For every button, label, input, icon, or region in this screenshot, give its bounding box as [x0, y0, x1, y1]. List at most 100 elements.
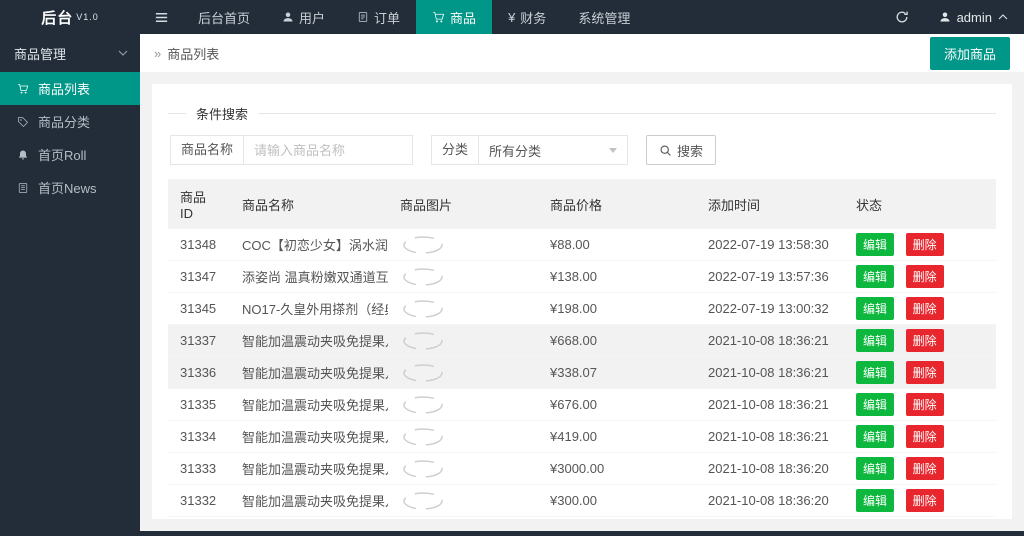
sidebar-item-label: 商品列表 — [38, 82, 91, 97]
sidebar-item-goods-list[interactable]: 商品列表 — [0, 72, 140, 105]
cart-icon — [432, 11, 445, 24]
cell-product-id: 31336 — [168, 356, 230, 389]
cell-product-price: ¥3000.00 — [538, 452, 696, 485]
cell-product-image — [388, 292, 538, 325]
edit-button[interactable]: 编辑 — [856, 425, 895, 448]
edit-button[interactable]: 编辑 — [856, 297, 895, 320]
header-product-id: 商品ID — [168, 179, 230, 229]
cell-product-name: 智能加温震动夹吸免提果儿飞机杯 — [230, 356, 388, 389]
header-product-name: 商品名称 — [230, 179, 388, 229]
cell-product-price: ¥198.00 — [538, 292, 696, 325]
table-row: 31331 智能加温震动夹吸免提果儿飞机杯 ¥2000.00 2021-10-0… — [168, 516, 996, 519]
cell-added-time: 2021-10-08 18:36:21 — [696, 388, 844, 421]
header-product-price: 商品价格 — [538, 179, 696, 229]
news-icon — [16, 182, 30, 194]
content-area: 条件搜索 商品名称 分类 所有分类 搜索 — [140, 72, 1024, 531]
cell-product-image — [388, 260, 538, 293]
edit-button[interactable]: 编辑 — [856, 329, 895, 352]
edit-button[interactable]: 编辑 — [856, 489, 895, 512]
nav-item-label: 订单 — [374, 10, 401, 26]
add-product-button[interactable]: 添加商品 — [929, 36, 1010, 70]
cell-product-price: ¥300.00 — [538, 484, 696, 517]
nav-item-home[interactable]: 后台首页 — [182, 0, 266, 34]
delete-button[interactable]: 删除 — [905, 329, 944, 352]
nav-item-orders[interactable]: 订单 — [341, 0, 416, 34]
cell-product-name: 智能加温震动夹吸免提果儿飞机杯 — [230, 388, 388, 421]
sidebar-section-goods-management[interactable]: 商品管理 — [0, 34, 140, 72]
nav-item-users[interactable]: 用户 — [266, 0, 341, 34]
delete-button[interactable]: 删除 — [905, 361, 944, 384]
table-body: 31348 COC【初恋少女】涡水润香锁精... ¥88.00 2022-07-… — [168, 229, 996, 519]
delete-button[interactable]: 删除 — [905, 393, 944, 416]
delete-button[interactable]: 删除 — [905, 425, 944, 448]
search-icon — [659, 144, 672, 157]
table-row: 31337 智能加温震动夹吸免提果儿飞机杯 ¥668.00 2021-10-08… — [168, 324, 996, 357]
cell-actions: 编辑 删除 — [844, 420, 996, 453]
edit-button[interactable]: 编辑 — [856, 233, 895, 256]
breadcrumb-bar: » 商品列表 添加商品 — [140, 34, 1024, 72]
table-row: 31347 添姿尚 温真粉嫩双通道互动发音... ¥138.00 2022-07… — [168, 260, 996, 293]
cell-product-price: ¥2000.00 — [538, 516, 696, 519]
header-status: 状态 — [844, 179, 996, 229]
table-row: 31333 智能加温震动夹吸免提果儿飞机杯 ¥3000.00 2021-10-0… — [168, 452, 996, 485]
cell-product-image — [388, 388, 538, 421]
breadcrumb: 商品列表 — [167, 46, 220, 62]
delete-button[interactable]: 删除 — [905, 297, 944, 320]
edit-button[interactable]: 编辑 — [856, 265, 895, 288]
cell-product-image — [388, 484, 538, 517]
breadcrumb-marker-icon: » — [154, 45, 162, 61]
delete-button[interactable]: 删除 — [905, 265, 944, 288]
cell-product-name: 智能加温震动夹吸免提果儿飞机杯 — [230, 516, 388, 519]
cart-icon — [16, 83, 30, 95]
table-row: 31335 智能加温震动夹吸免提果儿飞机杯 ¥676.00 2021-10-08… — [168, 388, 996, 421]
table-row: 31336 智能加温震动夹吸免提果儿飞机杯 ¥338.07 2021-10-08… — [168, 356, 996, 389]
cell-product-id: 31335 — [168, 388, 230, 421]
delete-button[interactable]: 删除 — [905, 233, 944, 256]
cell-product-price: ¥419.00 — [538, 420, 696, 453]
search-button[interactable]: 搜索 — [646, 135, 717, 165]
cell-actions: 编辑 删除 — [844, 324, 996, 357]
nav-item-goods[interactable]: 商品 — [416, 0, 493, 34]
edit-button[interactable]: 编辑 — [856, 393, 895, 416]
delete-button[interactable]: 删除 — [905, 457, 944, 480]
category-select[interactable]: 所有分类 — [478, 135, 629, 165]
nav-item-label: 系统管理 — [578, 10, 631, 26]
category-label: 分类 — [431, 135, 480, 165]
table-row: 31332 智能加温震动夹吸免提果儿飞机杯 ¥300.00 2021-10-08… — [168, 484, 996, 517]
sidebar-item-home-roll[interactable]: 首页Roll — [0, 138, 140, 171]
edit-button[interactable]: 编辑 — [856, 457, 895, 480]
sidebar-item-goods-category[interactable]: 商品分类 — [0, 105, 140, 138]
nav-item-label: 财务 — [520, 10, 547, 26]
order-icon — [357, 11, 369, 23]
cell-product-name: 添姿尚 温真粉嫩双通道互动发音... — [230, 260, 388, 293]
cell-product-price: ¥138.00 — [538, 260, 696, 293]
nav-item-system[interactable]: 系统管理 — [562, 0, 646, 34]
admin-menu[interactable]: admin — [923, 0, 1024, 34]
cell-actions: 编辑 删除 — [844, 388, 996, 421]
delete-button[interactable]: 删除 — [905, 489, 944, 512]
logo-version: V1.0 — [76, 12, 99, 22]
cell-product-image — [388, 452, 538, 485]
nav-item-label: 用户 — [299, 10, 326, 26]
refresh-icon[interactable] — [881, 0, 923, 34]
sidebar-item-label: 首页Roll — [38, 148, 87, 163]
cell-added-time: 2021-10-08 18:36:20 — [696, 452, 844, 485]
cell-product-image — [388, 229, 538, 261]
hamburger-menu-icon[interactable] — [140, 0, 182, 34]
cell-product-id: 31337 — [168, 324, 230, 357]
topbar: 后台 V1.0 后台首页 用户 订单 商品 ¥ 财务 系统管理 admin — [0, 0, 1024, 34]
logo-text: 后台 — [41, 9, 74, 27]
cell-added-time: 2022-07-19 13:58:30 — [696, 229, 844, 261]
user-icon — [282, 11, 294, 23]
product-name-label: 商品名称 — [170, 135, 245, 165]
nav-item-finance[interactable]: ¥ 财务 — [492, 0, 562, 34]
admin-user-icon — [939, 11, 951, 23]
table-row: 31348 COC【初恋少女】涡水润香锁精... ¥88.00 2022-07-… — [168, 229, 996, 261]
edit-button[interactable]: 编辑 — [856, 361, 895, 384]
product-name-input[interactable] — [243, 135, 414, 165]
sidebar-item-home-news[interactable]: 首页News — [0, 171, 140, 204]
cell-product-id: 31333 — [168, 452, 230, 485]
cell-added-time: 2022-07-19 13:00:32 — [696, 292, 844, 325]
table-row: 31334 智能加温震动夹吸免提果儿飞机杯 ¥419.00 2021-10-08… — [168, 420, 996, 453]
cell-actions: 编辑 删除 — [844, 516, 996, 519]
